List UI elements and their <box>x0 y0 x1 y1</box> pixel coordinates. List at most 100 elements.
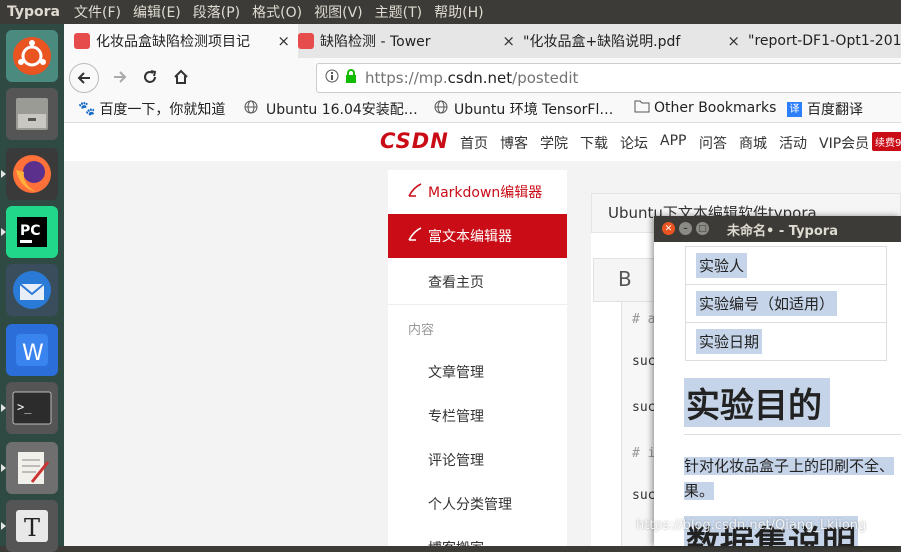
editor-sidebar: Markdown编辑器 富文本编辑器 查看主页 内容 文章管理 专栏管理 评论管… <box>388 170 567 546</box>
bookmark-other-folder[interactable]: Other Bookmarks <box>634 99 776 117</box>
baidu-paw-icon: 🐾 <box>78 101 96 117</box>
files-icon[interactable] <box>6 88 58 140</box>
code-comment: # i <box>632 446 656 461</box>
back-icon[interactable] <box>69 63 99 93</box>
sidebar-item-migrate[interactable]: 博客搬家 <box>388 526 567 546</box>
pycharm-icon[interactable]: PC <box>1 206 58 258</box>
code-line: suc <box>632 354 656 369</box>
home-icon[interactable] <box>167 63 195 91</box>
app-name: Typora <box>7 4 61 20</box>
forward-icon[interactable] <box>106 63 134 91</box>
tab-pdf[interactable]: "化妆品盒+缺陷说明.pdf × <box>513 24 748 58</box>
bookmark-ubuntu-install[interactable]: Ubuntu 16.04安装配… <box>244 99 418 119</box>
nav-qa[interactable]: 问答 <box>699 133 727 153</box>
table-cell-experiment-date[interactable]: 实验日期 <box>685 322 887 361</box>
maximize-window-icon[interactable]: □ <box>696 222 709 235</box>
tab-title: 缺陷检测 - Tower <box>320 34 431 50</box>
typora-titlebar: ✕ – □ 未命名• - Typora <box>654 216 901 242</box>
paragraph-line[interactable]: 针对化妆品盒子上的印刷不全、 <box>684 455 895 476</box>
nav-vip[interactable]: VIP会员 <box>819 133 869 153</box>
bookmark-label: Ubuntu 环境 TensorFl… <box>454 102 614 118</box>
translate-icon: 译 <box>787 101 802 117</box>
thunderbird-icon[interactable] <box>6 264 58 316</box>
svg-text:PC: PC <box>20 223 41 239</box>
sidebar-item-comments[interactable]: 评论管理 <box>388 438 567 482</box>
svg-text:W: W <box>22 341 44 366</box>
menu-theme[interactable]: 主题(T) <box>369 2 428 22</box>
typora-title: 未命名• - Typora <box>727 223 838 239</box>
nav-download[interactable]: 下载 <box>580 133 608 153</box>
terminal-icon[interactable]: >_ <box>1 382 58 434</box>
nav-mall[interactable]: 商城 <box>739 133 767 153</box>
menu-file[interactable]: 文件(F) <box>68 2 127 22</box>
nav-blog[interactable]: 博客 <box>500 133 528 153</box>
cell-text: 实验人 <box>696 253 748 278</box>
sidebar-item-columns[interactable]: 专栏管理 <box>388 394 567 438</box>
minimize-window-icon[interactable]: – <box>679 222 692 235</box>
pen-icon <box>408 227 422 245</box>
paragraph-line[interactable]: 果。 <box>684 480 715 501</box>
tab-title: "report-DF1-Opt1-2019 <box>748 33 901 49</box>
tab-favicon-icon <box>74 33 90 49</box>
bookmark-label: 百度一下，你就知道 <box>99 102 226 118</box>
pen-icon <box>408 183 422 201</box>
tab-cosmetic-box[interactable]: 化妆品盒缺陷检测项目记 × <box>64 24 298 58</box>
cell-text: 实验编号（如适用） <box>696 291 838 316</box>
richtext-editor-link[interactable]: 富文本编辑器 <box>388 214 567 258</box>
tab-title: 化妆品盒缺陷检测项目记 <box>96 34 250 50</box>
lock-icon[interactable] <box>345 69 357 87</box>
menu-format[interactable]: 格式(O) <box>246 2 308 22</box>
typora-window: ✕ – □ 未命名• - Typora 实验人 实验编号（如适用） 实验日期 实… <box>654 216 901 546</box>
cell-text: 实验日期 <box>696 329 763 354</box>
reload-icon[interactable] <box>136 63 164 91</box>
bookmark-tensorflow[interactable]: Ubuntu 环境 TensorFl… <box>434 99 613 119</box>
typora-icon[interactable]: T <box>1 500 58 552</box>
tab-favicon-icon <box>298 33 314 49</box>
bookmark-baidu[interactable]: 🐾 百度一下，你就知道 <box>78 99 225 119</box>
text-editor-icon[interactable] <box>1 442 58 494</box>
ubuntu-dash-icon[interactable] <box>6 30 58 82</box>
url-prefix: https://mp. <box>365 69 448 87</box>
markdown-editor-link[interactable]: Markdown编辑器 <box>388 170 567 214</box>
url-bar[interactable]: https://mp. csdn.net/postedit <box>316 63 901 93</box>
bookmark-baidu-translate[interactable]: 译 百度翻译 <box>787 99 863 119</box>
close-window-icon[interactable]: ✕ <box>662 222 675 235</box>
menu-paragraph[interactable]: 段落(P) <box>187 2 246 22</box>
menu-view[interactable]: 视图(V) <box>308 2 369 22</box>
code-comment: # a <box>632 312 656 327</box>
navigation-bar: https://mp. csdn.net/postedit <box>64 58 901 96</box>
info-icon[interactable] <box>325 69 339 87</box>
nav-home[interactable]: 首页 <box>460 133 488 153</box>
richtext-editor-label: 富文本编辑器 <box>428 229 512 245</box>
tab-report[interactable]: "report-DF1-Opt1-2019 <box>738 24 901 58</box>
nav-forum[interactable]: 论坛 <box>620 133 648 153</box>
firefox-icon[interactable] <box>1 148 58 200</box>
menu-help[interactable]: 帮助(H) <box>428 2 489 22</box>
tab-tower[interactable]: 缺陷检测 - Tower × <box>288 24 523 58</box>
tab-strip: 化妆品盒缺陷检测项目记 × 缺陷检测 - Tower × "化妆品盒+缺陷说明.… <box>64 24 901 58</box>
globe-icon <box>434 100 448 118</box>
paragraph-text: 针对化妆品盒子上的印刷不全、 <box>684 457 895 475</box>
bookmark-label: 百度翻译 <box>807 102 863 118</box>
renew-badge[interactable]: 续费9 <box>872 132 901 151</box>
table-cell-experiment-number[interactable]: 实验编号（如适用） <box>685 284 887 323</box>
code-line: suc <box>632 488 656 503</box>
top-menubar: Typora 文件(F) 编辑(E) 段落(P) 格式(O) 视图(V) 主题(… <box>0 0 901 24</box>
menu-edit[interactable]: 编辑(E) <box>127 2 187 22</box>
watermark: https://blog.csdn.net/Qiang_Lkiiong <box>636 518 867 533</box>
csdn-header: CSDN 首页 博客 学院 下载 论坛 APP 问答 商城 活动 VIP会员 续… <box>64 123 901 161</box>
url-path: /postedit <box>512 69 579 87</box>
bold-button[interactable]: B <box>618 267 632 291</box>
wps-writer-icon[interactable]: W <box>6 324 58 376</box>
nav-academy[interactable]: 学院 <box>540 133 568 153</box>
csdn-logo[interactable]: CSDN <box>380 129 449 153</box>
sidebar-item-articles[interactable]: 文章管理 <box>388 350 567 394</box>
sidebar-item-categories[interactable]: 个人分类管理 <box>388 482 567 526</box>
nav-events[interactable]: 活动 <box>779 133 807 153</box>
heading-purpose[interactable]: 实验目的 <box>684 378 830 427</box>
table-cell-experimenter[interactable]: 实验人 <box>685 246 887 285</box>
paragraph-text: 果。 <box>684 482 715 500</box>
view-homepage-link[interactable]: 查看主页 <box>388 260 567 305</box>
nav-app[interactable]: APP <box>660 133 686 149</box>
code-line: suc <box>632 400 656 415</box>
